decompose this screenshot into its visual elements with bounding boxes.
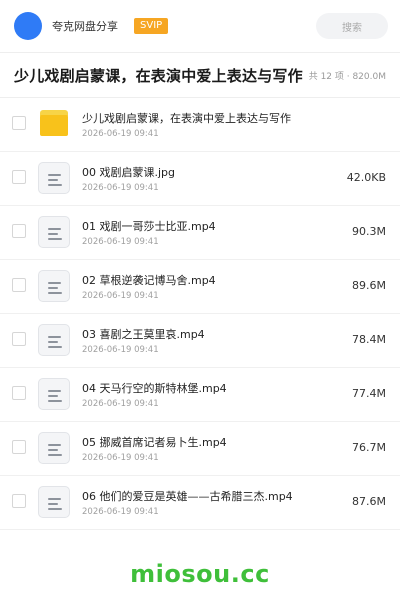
row-checkbox[interactable] [12, 170, 26, 184]
file-row[interactable]: 00 戏剧启蒙课.jpg 2026-06-19 09:41 42.0KB [0, 152, 400, 206]
svip-badge: SVIP [134, 18, 169, 34]
file-size: 90.3M [352, 225, 386, 238]
file-name: 03 喜剧之王莫里哀.mp4 [82, 328, 205, 341]
file-name: 00 戏剧启蒙课.jpg [82, 166, 176, 179]
document-icon [38, 486, 70, 518]
row-checkbox[interactable] [12, 278, 26, 292]
file-date: 2026-06-19 09:41 [82, 291, 159, 301]
file-size: 78.4M [352, 333, 386, 346]
file-date: 2026-06-19 09:41 [82, 345, 159, 355]
file-row-folder[interactable]: 少儿戏剧启蒙课，在表演中爱上表达与写作 2026-06-19 09:41 [0, 98, 400, 152]
footer-watermark: miosou.cc [0, 548, 400, 600]
row-checkbox[interactable] [12, 494, 26, 508]
folder-summary: 共 12 项 · 820.0M [308, 71, 386, 82]
header-bar: 夸克网盘分享 SVIP 搜索 [0, 0, 400, 52]
file-size: 76.7M [352, 441, 386, 454]
file-size: 77.4M [352, 387, 386, 400]
row-checkbox[interactable] [12, 386, 26, 400]
file-row[interactable]: 02 草根逆袭记博马舍.mp4 2026-06-19 09:41 89.6M [0, 260, 400, 314]
document-icon [38, 324, 70, 356]
row-checkbox[interactable] [12, 440, 26, 454]
site-name: 夸克网盘分享 [52, 20, 118, 33]
file-list: 少儿戏剧启蒙课，在表演中爱上表达与写作 2026-06-19 09:41 00 … [0, 98, 400, 530]
file-name: 04 天马行空的斯特林堡.mp4 [82, 382, 227, 395]
file-row[interactable]: 05 挪威首席记者易卜生.mp4 2026-06-19 09:41 76.7M [0, 422, 400, 476]
file-name: 05 挪威首席记者易卜生.mp4 [82, 436, 227, 449]
file-date: 2026-06-19 09:41 [82, 507, 159, 517]
document-icon [38, 378, 70, 410]
file-name: 少儿戏剧启蒙课，在表演中爱上表达与写作 [82, 112, 291, 125]
file-row[interactable]: 06 他们的爱豆是英雄——古希腊三杰.mp4 2026-06-19 09:41 … [0, 476, 400, 530]
file-size: 42.0KB [346, 171, 386, 184]
file-name: 06 他们的爱豆是英雄——古希腊三杰.mp4 [82, 490, 293, 503]
file-size: 87.6M [352, 495, 386, 508]
search-button[interactable]: 搜索 [316, 13, 388, 39]
document-icon [38, 270, 70, 302]
file-date: 2026-06-19 09:41 [82, 453, 159, 463]
row-checkbox[interactable] [12, 116, 26, 130]
file-name: 01 戏剧一哥莎士比亚.mp4 [82, 220, 216, 233]
document-icon [38, 162, 70, 194]
file-date: 2026-06-19 09:41 [82, 399, 159, 409]
watermark-text: miosou.cc [130, 560, 270, 588]
file-name: 02 草根逆袭记博马舍.mp4 [82, 274, 216, 287]
document-icon [38, 216, 70, 248]
file-row[interactable]: 04 天马行空的斯特林堡.mp4 2026-06-19 09:41 77.4M [0, 368, 400, 422]
page-title: 少儿戏剧启蒙课，在表演中爱上表达与写作 [14, 66, 303, 85]
row-checkbox[interactable] [12, 224, 26, 238]
row-checkbox[interactable] [12, 332, 26, 346]
file-row[interactable]: 01 戏剧一哥莎士比亚.mp4 2026-06-19 09:41 90.3M [0, 206, 400, 260]
file-date: 2026-06-19 09:41 [82, 237, 159, 247]
file-size: 89.6M [352, 279, 386, 292]
document-icon [38, 432, 70, 464]
avatar[interactable] [14, 12, 42, 40]
file-date: 2026-06-19 09:41 [82, 183, 159, 193]
file-date: 2026-06-19 09:41 [82, 129, 159, 139]
folder-title-bar: 少儿戏剧启蒙课，在表演中爱上表达与写作 共 12 项 · 820.0M [0, 53, 400, 97]
file-row[interactable]: 03 喜剧之王莫里哀.mp4 2026-06-19 09:41 78.4M [0, 314, 400, 368]
folder-icon [38, 108, 70, 140]
